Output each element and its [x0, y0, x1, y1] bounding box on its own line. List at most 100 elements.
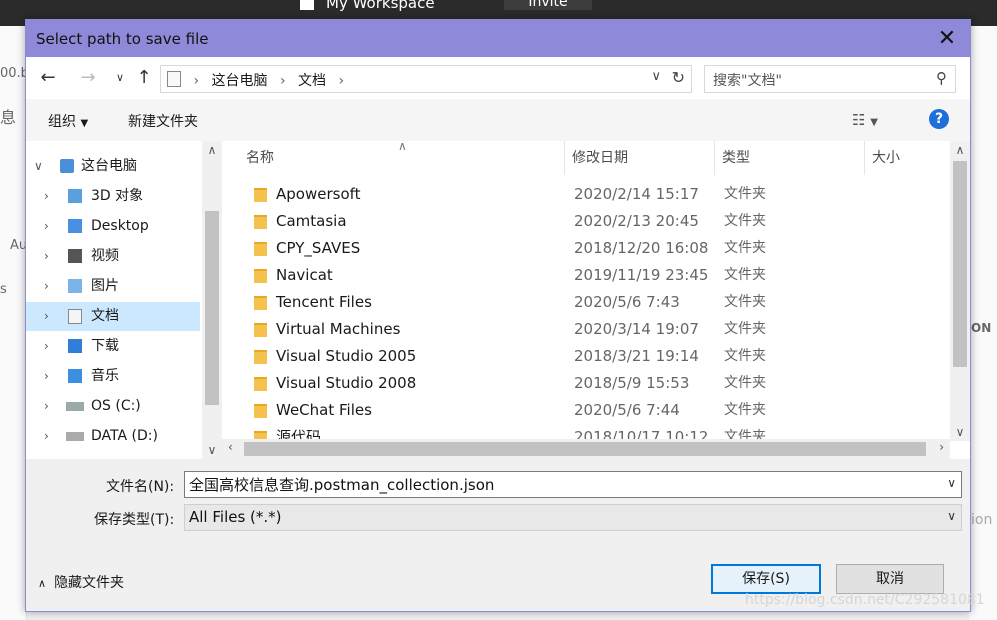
file-row[interactable]: 源代码 2018/10/17 10:12 文件夹	[246, 424, 946, 439]
pictures-icon	[68, 279, 82, 293]
folder-icon	[254, 377, 267, 391]
tree-item-drive-d[interactable]: › DATA (D:)	[26, 422, 200, 451]
chevron-down-icon[interactable]: ∨	[34, 152, 43, 181]
scroll-left-icon[interactable]: ‹	[228, 440, 233, 454]
breadcrumb-separator-icon[interactable]: ›	[338, 73, 344, 89]
breadcrumb-documents[interactable]: 文档	[298, 73, 326, 89]
file-row[interactable]: Visual Studio 2005 2018/3/21 19:14 文件夹	[246, 343, 946, 370]
recent-locations-chevron-icon[interactable]: ∨	[108, 67, 132, 89]
close-icon[interactable]: ✕	[924, 20, 970, 57]
downloads-icon	[68, 339, 82, 353]
caret-down-icon: ▼	[870, 117, 878, 128]
chevron-right-icon[interactable]: ›	[44, 332, 49, 361]
tree-item-desktop[interactable]: › Desktop	[26, 212, 200, 241]
tree-item-videos[interactable]: › 视频	[26, 242, 200, 271]
help-icon[interactable]: ?	[929, 109, 949, 129]
caret-down-icon: ▼	[80, 118, 89, 129]
refresh-icon[interactable]: ↻	[672, 68, 685, 87]
file-row[interactable]: Camtasia 2020/2/13 20:45 文件夹	[246, 208, 946, 235]
file-list-horizontal-scrollbar-thumb[interactable]	[244, 442, 926, 456]
chevron-right-icon[interactable]: ›	[44, 422, 49, 451]
file-row[interactable]: WeChat Files 2020/5/6 7:44 文件夹	[246, 397, 946, 424]
music-icon	[68, 369, 82, 383]
file-list-vertical-scrollbar-thumb[interactable]	[953, 161, 967, 367]
tree-item-downloads[interactable]: › 下载	[26, 332, 200, 361]
chevron-right-icon[interactable]: ›	[44, 272, 49, 301]
organize-button[interactable]: 组织 ▼	[48, 111, 88, 131]
tree-scrollbar[interactable]: ∧ ∨	[202, 141, 222, 459]
file-list-vertical-scrollbar[interactable]: ∧ ∨	[950, 141, 970, 441]
file-list-horizontal-scrollbar[interactable]: ‹ ›	[222, 439, 950, 459]
background-right-panel: ON ion	[969, 26, 997, 620]
chevron-right-icon[interactable]: ›	[44, 392, 49, 421]
chevron-down-icon[interactable]: ∨	[947, 509, 956, 523]
tree-item-drive-c[interactable]: › OS (C:)	[26, 392, 200, 421]
filename-combobox[interactable]: ∨	[184, 471, 962, 498]
file-row[interactable]: CPY_SAVES 2018/12/20 16:08 文件夹	[246, 235, 946, 262]
sort-ascending-icon: ∧	[398, 139, 407, 153]
hide-folders-toggle[interactable]: ∧ 隐藏文件夹	[38, 572, 124, 592]
breadcrumb-this-pc[interactable]: 这台电脑	[212, 73, 268, 89]
folder-icon	[254, 431, 267, 439]
file-row[interactable]: Navicat 2019/11/19 23:45 文件夹	[246, 262, 946, 289]
address-dropdown-icon[interactable]: ∨	[651, 69, 661, 84]
invite-button: Invite	[504, 0, 592, 10]
address-bar[interactable]: › 这台电脑 › 文档 › ∨ ↻	[160, 65, 692, 93]
column-header-type[interactable]: 类型	[722, 141, 865, 175]
file-row[interactable]: Apowersoft 2020/2/14 15:17 文件夹	[246, 181, 946, 208]
scroll-down-icon[interactable]: ∨	[202, 443, 222, 457]
search-box[interactable]: 搜索"文档" ⚲	[704, 65, 956, 93]
folder-icon	[254, 242, 267, 256]
breadcrumb-separator-icon: ›	[193, 73, 200, 89]
chevron-right-icon[interactable]: ›	[44, 182, 49, 211]
save-button[interactable]: 保存(S)	[711, 564, 821, 594]
navigation-pane: ∨ 这台电脑 › 3D 对象 › Desktop › 视频 › 图片 › 文档	[26, 141, 222, 459]
watermark: https://blog.csdn.net/C292581081	[745, 592, 985, 608]
background-fragment: s	[0, 282, 7, 297]
filename-label: 文件名(N):	[106, 479, 175, 495]
column-header-size[interactable]: 大小	[872, 141, 950, 175]
up-arrow-icon[interactable]: ↑	[132, 67, 156, 89]
file-row[interactable]: Tencent Files 2020/5/6 7:43 文件夹	[246, 289, 946, 316]
chevron-right-icon[interactable]: ›	[44, 242, 49, 271]
filetype-value: All Files (*.*)	[189, 508, 282, 526]
filename-input[interactable]	[185, 472, 939, 497]
scroll-up-icon[interactable]: ∧	[202, 143, 222, 157]
folder-icon	[254, 323, 267, 337]
dialog-title: Select path to save file	[36, 30, 209, 48]
column-header-date[interactable]: 修改日期	[572, 141, 715, 175]
tree-item-3d-objects[interactable]: › 3D 对象	[26, 182, 200, 211]
scroll-right-icon[interactable]: ›	[939, 440, 944, 454]
column-header-name[interactable]: 名称 ∧	[246, 139, 565, 175]
documents-icon	[68, 309, 82, 324]
tree-item-documents[interactable]: › 文档	[26, 302, 200, 331]
folder-icon	[254, 296, 267, 310]
background-fragment: ion	[971, 512, 993, 528]
scroll-down-icon[interactable]: ∨	[950, 425, 970, 439]
tree-item-pictures[interactable]: › 图片	[26, 272, 200, 301]
scroll-up-icon[interactable]: ∧	[950, 143, 970, 157]
chevron-down-icon[interactable]: ∨	[947, 476, 956, 490]
tree-scrollbar-thumb[interactable]	[205, 211, 219, 405]
filetype-label: 保存类型(T):	[94, 512, 175, 528]
desktop-icon	[68, 219, 82, 233]
file-row[interactable]: Virtual Machines 2020/3/14 19:07 文件夹	[246, 316, 946, 343]
new-folder-button[interactable]: 新建文件夹	[128, 111, 198, 131]
view-options-icon[interactable]: ☷ ▼	[852, 111, 878, 129]
filetype-select[interactable]: All Files (*.*) ∨	[184, 504, 962, 531]
tree-item-this-pc[interactable]: ∨ 这台电脑	[26, 152, 200, 181]
forward-arrow-icon[interactable]: →	[76, 67, 100, 89]
chevron-right-icon[interactable]: ›	[44, 302, 49, 331]
search-input[interactable]: 搜索"文档"	[713, 70, 782, 90]
videos-icon	[68, 249, 82, 263]
tree-item-music[interactable]: › 音乐	[26, 362, 200, 391]
back-arrow-icon[interactable]: ←	[36, 67, 60, 89]
drive-d-icon	[66, 432, 84, 441]
search-icon[interactable]: ⚲	[936, 69, 947, 87]
cancel-button[interactable]: 取消	[836, 564, 944, 594]
folder-icon	[254, 404, 267, 418]
file-row[interactable]: Visual Studio 2008 2018/5/9 15:53 文件夹	[246, 370, 946, 397]
computer-icon	[60, 159, 74, 173]
chevron-right-icon[interactable]: ›	[44, 212, 49, 241]
chevron-right-icon[interactable]: ›	[44, 362, 49, 391]
